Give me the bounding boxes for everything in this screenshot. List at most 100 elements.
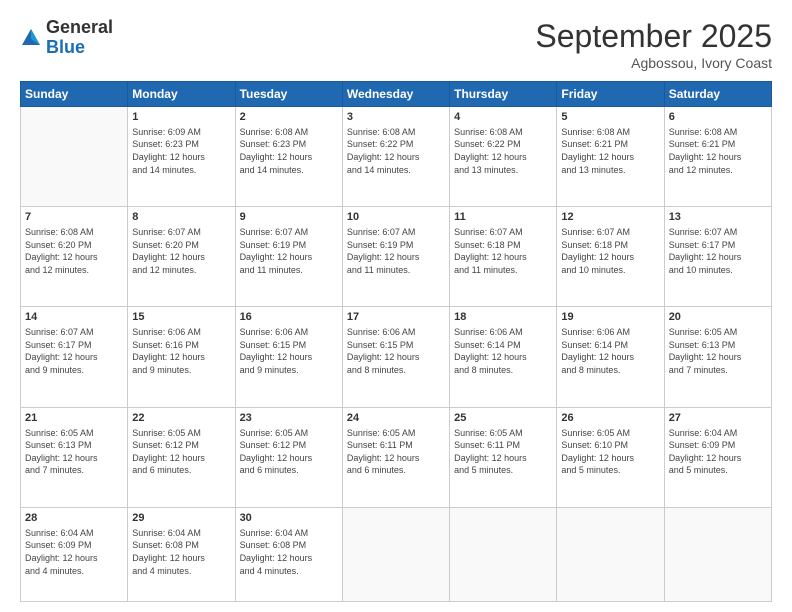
day-number: 21 — [25, 411, 123, 426]
calendar-cell — [450, 507, 557, 601]
day-info: Sunrise: 6:07 AMSunset: 6:17 PMDaylight:… — [669, 226, 767, 276]
title-section: September 2025 Agbossou, Ivory Coast — [535, 18, 772, 71]
calendar-cell: 6Sunrise: 6:08 AMSunset: 6:21 PMDaylight… — [664, 107, 771, 207]
logo-blue: Blue — [46, 38, 113, 58]
week-row-2: 7Sunrise: 6:08 AMSunset: 6:20 PMDaylight… — [21, 207, 772, 307]
calendar-cell: 12Sunrise: 6:07 AMSunset: 6:18 PMDayligh… — [557, 207, 664, 307]
day-info: Sunrise: 6:06 AMSunset: 6:15 PMDaylight:… — [240, 326, 338, 376]
day-number: 11 — [454, 210, 552, 225]
day-info: Sunrise: 6:08 AMSunset: 6:22 PMDaylight:… — [347, 126, 445, 176]
day-info: Sunrise: 6:06 AMSunset: 6:14 PMDaylight:… — [454, 326, 552, 376]
calendar-cell: 3Sunrise: 6:08 AMSunset: 6:22 PMDaylight… — [342, 107, 449, 207]
day-number: 27 — [669, 411, 767, 426]
calendar-cell: 25Sunrise: 6:05 AMSunset: 6:11 PMDayligh… — [450, 407, 557, 507]
day-number: 18 — [454, 310, 552, 325]
header-row: Sunday Monday Tuesday Wednesday Thursday… — [21, 82, 772, 107]
day-number: 13 — [669, 210, 767, 225]
day-info: Sunrise: 6:06 AMSunset: 6:15 PMDaylight:… — [347, 326, 445, 376]
day-number: 8 — [132, 210, 230, 225]
calendar-cell: 28Sunrise: 6:04 AMSunset: 6:09 PMDayligh… — [21, 507, 128, 601]
col-tuesday: Tuesday — [235, 82, 342, 107]
calendar-cell: 16Sunrise: 6:06 AMSunset: 6:15 PMDayligh… — [235, 307, 342, 407]
day-number: 4 — [454, 110, 552, 125]
day-number: 29 — [132, 511, 230, 526]
col-monday: Monday — [128, 82, 235, 107]
day-info: Sunrise: 6:05 AMSunset: 6:12 PMDaylight:… — [240, 427, 338, 477]
calendar-cell: 26Sunrise: 6:05 AMSunset: 6:10 PMDayligh… — [557, 407, 664, 507]
calendar-cell: 19Sunrise: 6:06 AMSunset: 6:14 PMDayligh… — [557, 307, 664, 407]
day-info: Sunrise: 6:08 AMSunset: 6:23 PMDaylight:… — [240, 126, 338, 176]
header: General Blue September 2025 Agbossou, Iv… — [20, 18, 772, 71]
day-info: Sunrise: 6:05 AMSunset: 6:11 PMDaylight:… — [454, 427, 552, 477]
calendar-cell: 20Sunrise: 6:05 AMSunset: 6:13 PMDayligh… — [664, 307, 771, 407]
col-sunday: Sunday — [21, 82, 128, 107]
day-info: Sunrise: 6:09 AMSunset: 6:23 PMDaylight:… — [132, 126, 230, 176]
week-row-4: 21Sunrise: 6:05 AMSunset: 6:13 PMDayligh… — [21, 407, 772, 507]
col-saturday: Saturday — [664, 82, 771, 107]
day-info: Sunrise: 6:04 AMSunset: 6:09 PMDaylight:… — [25, 527, 123, 577]
logo-text: General Blue — [46, 18, 113, 58]
logo: General Blue — [20, 18, 113, 58]
day-number: 17 — [347, 310, 445, 325]
day-info: Sunrise: 6:05 AMSunset: 6:13 PMDaylight:… — [669, 326, 767, 376]
day-info: Sunrise: 6:05 AMSunset: 6:13 PMDaylight:… — [25, 427, 123, 477]
day-number: 24 — [347, 411, 445, 426]
day-info: Sunrise: 6:05 AMSunset: 6:11 PMDaylight:… — [347, 427, 445, 477]
day-number: 10 — [347, 210, 445, 225]
day-info: Sunrise: 6:08 AMSunset: 6:22 PMDaylight:… — [454, 126, 552, 176]
day-number: 2 — [240, 110, 338, 125]
day-number: 25 — [454, 411, 552, 426]
day-info: Sunrise: 6:04 AMSunset: 6:09 PMDaylight:… — [669, 427, 767, 477]
day-number: 15 — [132, 310, 230, 325]
month-title: September 2025 — [535, 18, 772, 55]
day-number: 23 — [240, 411, 338, 426]
calendar-cell: 21Sunrise: 6:05 AMSunset: 6:13 PMDayligh… — [21, 407, 128, 507]
calendar-cell: 7Sunrise: 6:08 AMSunset: 6:20 PMDaylight… — [21, 207, 128, 307]
day-number: 7 — [25, 210, 123, 225]
day-info: Sunrise: 6:07 AMSunset: 6:18 PMDaylight:… — [454, 226, 552, 276]
day-info: Sunrise: 6:04 AMSunset: 6:08 PMDaylight:… — [132, 527, 230, 577]
calendar-cell: 27Sunrise: 6:04 AMSunset: 6:09 PMDayligh… — [664, 407, 771, 507]
day-number: 5 — [561, 110, 659, 125]
calendar-cell: 15Sunrise: 6:06 AMSunset: 6:16 PMDayligh… — [128, 307, 235, 407]
calendar-cell: 4Sunrise: 6:08 AMSunset: 6:22 PMDaylight… — [450, 107, 557, 207]
week-row-5: 28Sunrise: 6:04 AMSunset: 6:09 PMDayligh… — [21, 507, 772, 601]
day-info: Sunrise: 6:05 AMSunset: 6:10 PMDaylight:… — [561, 427, 659, 477]
calendar-cell — [664, 507, 771, 601]
day-number: 26 — [561, 411, 659, 426]
day-number: 22 — [132, 411, 230, 426]
day-info: Sunrise: 6:06 AMSunset: 6:14 PMDaylight:… — [561, 326, 659, 376]
calendar-cell: 8Sunrise: 6:07 AMSunset: 6:20 PMDaylight… — [128, 207, 235, 307]
calendar-cell: 29Sunrise: 6:04 AMSunset: 6:08 PMDayligh… — [128, 507, 235, 601]
day-number: 6 — [669, 110, 767, 125]
calendar-cell: 22Sunrise: 6:05 AMSunset: 6:12 PMDayligh… — [128, 407, 235, 507]
day-info: Sunrise: 6:08 AMSunset: 6:20 PMDaylight:… — [25, 226, 123, 276]
day-number: 1 — [132, 110, 230, 125]
col-thursday: Thursday — [450, 82, 557, 107]
calendar-cell: 5Sunrise: 6:08 AMSunset: 6:21 PMDaylight… — [557, 107, 664, 207]
day-number: 28 — [25, 511, 123, 526]
day-info: Sunrise: 6:08 AMSunset: 6:21 PMDaylight:… — [561, 126, 659, 176]
day-number: 9 — [240, 210, 338, 225]
day-info: Sunrise: 6:05 AMSunset: 6:12 PMDaylight:… — [132, 427, 230, 477]
calendar: Sunday Monday Tuesday Wednesday Thursday… — [20, 81, 772, 602]
calendar-cell: 14Sunrise: 6:07 AMSunset: 6:17 PMDayligh… — [21, 307, 128, 407]
day-info: Sunrise: 6:07 AMSunset: 6:20 PMDaylight:… — [132, 226, 230, 276]
col-wednesday: Wednesday — [342, 82, 449, 107]
day-info: Sunrise: 6:07 AMSunset: 6:18 PMDaylight:… — [561, 226, 659, 276]
week-row-1: 1Sunrise: 6:09 AMSunset: 6:23 PMDaylight… — [21, 107, 772, 207]
location: Agbossou, Ivory Coast — [535, 55, 772, 71]
day-info: Sunrise: 6:07 AMSunset: 6:19 PMDaylight:… — [347, 226, 445, 276]
day-info: Sunrise: 6:04 AMSunset: 6:08 PMDaylight:… — [240, 527, 338, 577]
calendar-cell: 10Sunrise: 6:07 AMSunset: 6:19 PMDayligh… — [342, 207, 449, 307]
day-number: 3 — [347, 110, 445, 125]
day-number: 20 — [669, 310, 767, 325]
day-number: 16 — [240, 310, 338, 325]
day-number: 12 — [561, 210, 659, 225]
day-number: 30 — [240, 511, 338, 526]
calendar-cell: 30Sunrise: 6:04 AMSunset: 6:08 PMDayligh… — [235, 507, 342, 601]
day-info: Sunrise: 6:08 AMSunset: 6:21 PMDaylight:… — [669, 126, 767, 176]
logo-general: General — [46, 18, 113, 38]
day-number: 19 — [561, 310, 659, 325]
day-info: Sunrise: 6:07 AMSunset: 6:17 PMDaylight:… — [25, 326, 123, 376]
